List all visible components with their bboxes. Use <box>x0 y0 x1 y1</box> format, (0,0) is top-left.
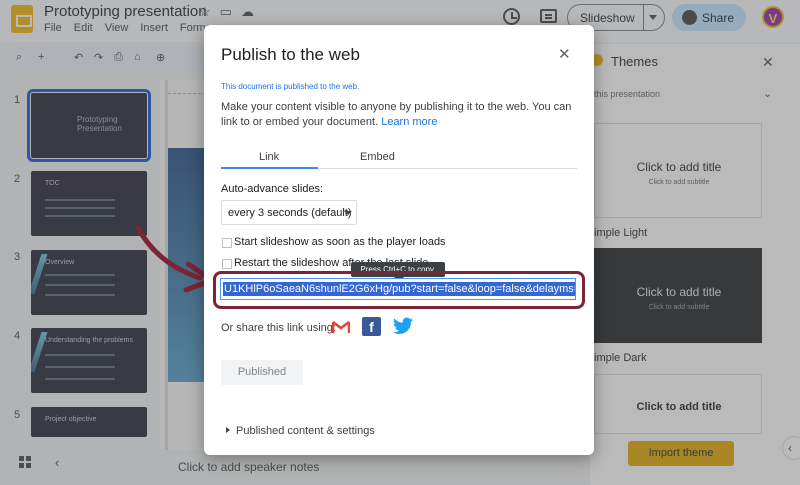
publish-dialog: Publish to the web ✕ This document is pu… <box>204 25 594 455</box>
chevron-down-icon <box>344 211 352 215</box>
expand-icon <box>226 427 230 433</box>
facebook-icon[interactable]: f <box>362 317 381 336</box>
published-button[interactable]: Published <box>221 360 303 385</box>
gmail-icon[interactable] <box>332 320 350 334</box>
publish-tabs: Link Embed <box>221 149 577 169</box>
published-status-note: This document is published to the web. <box>221 82 360 91</box>
published-settings-label: Published content & settings <box>236 425 375 437</box>
auto-advance-value: every 3 seconds (default) <box>228 207 352 219</box>
annotation-highlight <box>213 271 585 309</box>
close-icon[interactable]: ✕ <box>558 45 571 63</box>
active-tab-indicator <box>221 167 318 169</box>
auto-advance-label: Auto-advance slides: <box>221 183 324 195</box>
twitter-icon[interactable] <box>392 317 414 336</box>
dialog-title: Publish to the web <box>221 45 360 64</box>
learn-more-link[interactable]: Learn more <box>381 116 437 128</box>
published-settings-toggle[interactable]: Published content & settings <box>226 425 375 437</box>
auto-advance-select[interactable]: every 3 seconds (default) <box>221 200 357 225</box>
share-using-label: Or share this link using: <box>221 322 336 334</box>
start-slideshow-checkbox[interactable] <box>222 238 232 248</box>
tab-link[interactable]: Link <box>259 151 279 163</box>
restart-slideshow-checkbox[interactable] <box>222 259 232 269</box>
tab-embed[interactable]: Embed <box>360 151 395 163</box>
dialog-description: Make your content visible to anyone by p… <box>221 100 581 130</box>
start-slideshow-label[interactable]: Start slideshow as soon as the player lo… <box>234 236 446 248</box>
